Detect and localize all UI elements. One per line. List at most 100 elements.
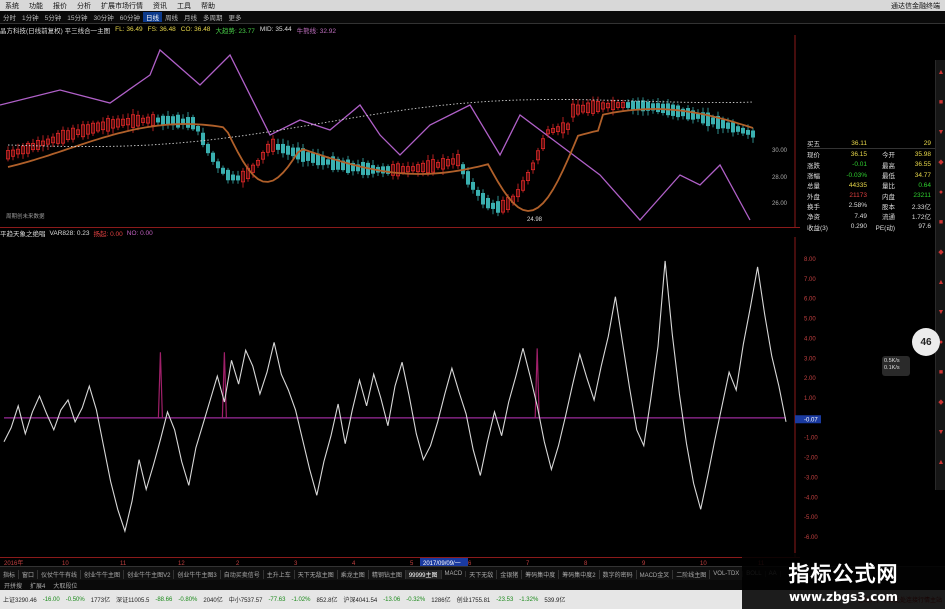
quote-row: 外盘 21173 内盘 23211 xyxy=(807,190,935,201)
tool-strip-icon[interactable]: ◆ xyxy=(937,398,945,407)
period-tab-2[interactable]: 5分钟 xyxy=(42,12,65,22)
indicator-tab-1[interactable]: 窗口 xyxy=(19,569,39,579)
indicator-y-tick: 6.00 xyxy=(804,297,816,303)
info-field-trend: 大趋势: 23.77 xyxy=(215,27,255,35)
menu-item-2[interactable]: 报价 xyxy=(48,1,72,11)
indicator-tab-7[interactable]: 主升上车 xyxy=(264,569,295,579)
indicator-tab-11[interactable]: 99999主图 xyxy=(405,569,442,579)
indicator-tab-14[interactable]: 金银猪 xyxy=(497,569,523,579)
candle-body xyxy=(495,201,500,213)
right-tool-strip[interactable]: ▲ ■ ▼ ◆ ● ■ ◆ ▲ ▼ ● ■ ◆ ▼ ▲ xyxy=(935,60,945,490)
tool-strip-icon[interactable]: ▼ xyxy=(937,308,945,317)
indicator-chart[interactable]: 8.00 7.00 6.00 5.00 4.00 3.00 2.00 1.00 -0.07 -1.… xyxy=(0,237,821,557)
tool-strip-icon[interactable]: ● xyxy=(937,188,945,197)
indicator-tab-4[interactable]: 创业牛牛主图V2 xyxy=(124,569,175,579)
indicator-tab-6[interactable]: 自动买卖信号 xyxy=(221,569,264,579)
tool-strip-icon[interactable]: ◆ xyxy=(937,248,945,257)
candle-body xyxy=(726,122,731,129)
status-item-6: -0.80% xyxy=(178,596,198,603)
candlesticks xyxy=(6,96,756,217)
menu-item-0[interactable]: 系统 xyxy=(0,1,24,11)
tool-strip-icon[interactable]: ▼ xyxy=(937,128,945,137)
quote-label: 股本 xyxy=(882,203,895,211)
tool-strip-icon[interactable]: ▼ xyxy=(937,428,945,437)
indicator-tab-18[interactable]: MACD金叉 xyxy=(637,569,674,579)
candle-body xyxy=(205,143,210,154)
indicator-chart-svg: 8.00 7.00 6.00 5.00 4.00 3.00 2.00 1.00 -0.07 -1.… xyxy=(3,237,821,557)
period-tab-5[interactable]: 60分钟 xyxy=(117,12,143,22)
secondary-tab-2[interactable]: 大取段位 xyxy=(49,581,81,590)
indicator-y-tick: -3.00 xyxy=(804,475,818,481)
menu-item-1[interactable]: 功能 xyxy=(24,1,48,11)
candle-body xyxy=(225,169,230,181)
indicator-tab-0[interactable]: 指标 xyxy=(0,569,20,579)
indicator-tab-10[interactable]: 精钢钻主图 xyxy=(369,569,406,579)
indicator-tab-3[interactable]: 创业牛牛主图 xyxy=(81,569,125,579)
indicator-tab-15[interactable]: 筹码集中度 xyxy=(522,569,560,579)
quote-row: 现价 36.15 今开 35.98 xyxy=(807,149,935,160)
network-float-ball[interactable]: 46 xyxy=(912,328,940,356)
tool-strip-icon[interactable]: ▲ xyxy=(937,278,945,287)
quote-label: 涨幅 xyxy=(807,173,820,181)
candle-body xyxy=(290,147,295,157)
indicator-tab-12[interactable]: MACD xyxy=(442,571,467,577)
period-tab-0[interactable]: 分时 xyxy=(0,12,19,22)
secondary-tab-1[interactable]: 扩展4 xyxy=(26,581,49,590)
tool-strip-icon[interactable]: ■ xyxy=(937,218,945,227)
period-tab-9[interactable]: 多周期 xyxy=(200,12,226,22)
indicator-tab-2[interactable]: 仪仗牛牛有线 xyxy=(38,569,82,579)
indicator-tab-20[interactable]: VOL-TDX xyxy=(710,571,744,577)
indicator-line xyxy=(3,260,787,534)
indicator-y-tick: -1.00 xyxy=(804,436,818,442)
tool-strip-icon[interactable]: ■ xyxy=(937,368,945,377)
menu-item-6[interactable]: 工具 xyxy=(172,1,196,11)
site-watermark: 指标公式网 www.zbgs3.com xyxy=(742,553,945,609)
quote-value: 1.72亿 xyxy=(911,214,931,222)
candle-body xyxy=(325,159,330,165)
candle-body xyxy=(305,152,310,161)
indicator-tab-5[interactable]: 创业牛牛主图3 xyxy=(174,569,221,579)
menu-item-3[interactable]: 分析 xyxy=(72,1,96,11)
candle-body xyxy=(235,175,240,181)
quote-label: PE(动) xyxy=(875,224,896,232)
indicator-tab-16[interactable]: 筹码集中度2 xyxy=(559,569,600,579)
period-tab-1[interactable]: 1分钟 xyxy=(19,12,42,22)
quote-value: 35.98 xyxy=(914,150,931,158)
candle-body xyxy=(230,174,235,181)
period-tab-7[interactable]: 周线 xyxy=(162,12,181,22)
candle-body xyxy=(741,127,746,134)
secondary-tab-0[interactable]: 开拼搜 xyxy=(0,581,26,590)
tool-strip-icon[interactable]: ▲ xyxy=(937,458,945,467)
watermark-url: www.zbgs3.com xyxy=(788,590,899,604)
price-tick-30: 30.00 xyxy=(772,148,788,154)
chart-title: 晶方科技(日线前复权) 平三线合一主图 xyxy=(0,27,111,35)
period-tab-6[interactable]: 日线 xyxy=(142,12,162,22)
period-tab-3[interactable]: 15分钟 xyxy=(64,12,90,22)
indicator-tab-13[interactable]: 天下无敌 xyxy=(466,569,498,579)
menu-item-5[interactable]: 资讯 xyxy=(148,1,172,11)
main-price-chart[interactable]: 30.00 28.00 26.00 24.98 周期创未来数据 xyxy=(0,35,800,227)
indicator-tab-19[interactable]: 二阶线主图 xyxy=(673,569,711,579)
candle-body xyxy=(751,130,756,138)
tool-strip-icon[interactable]: ▲ xyxy=(937,68,945,77)
indicator-tab-17[interactable]: 数字的密码 xyxy=(600,569,637,579)
menu-item-7[interactable]: 帮助 xyxy=(196,1,220,11)
tool-strip-icon[interactable]: ◆ xyxy=(937,158,945,167)
period-tab-10[interactable]: 更多 xyxy=(225,12,244,22)
quote-value: -0.03% xyxy=(846,171,867,179)
indicator-tab-8[interactable]: 天下无敌主图 xyxy=(295,569,338,579)
tool-strip-icon[interactable]: ■ xyxy=(937,98,945,107)
period-tab-4[interactable]: 30分钟 xyxy=(90,12,116,22)
quote-row: 涨幅 -0.03% 最低 34.77 xyxy=(807,170,935,181)
info-field-mid: MID: 35.44 xyxy=(259,26,292,33)
signal-spike xyxy=(157,352,163,418)
period-tab-8[interactable]: 月线 xyxy=(181,12,200,22)
candle-body xyxy=(285,145,290,155)
candle-body xyxy=(631,100,636,110)
indicator-marks xyxy=(3,260,787,534)
menu-item-4[interactable]: 扩展市场行情 xyxy=(96,1,148,11)
network-speed-panel: 0.5K/s 0.1K/s xyxy=(882,356,910,376)
candle-body xyxy=(190,117,195,130)
indicator-tab-9[interactable]: 乘龙主图 xyxy=(338,569,369,579)
quote-label: 量比 xyxy=(882,183,895,191)
